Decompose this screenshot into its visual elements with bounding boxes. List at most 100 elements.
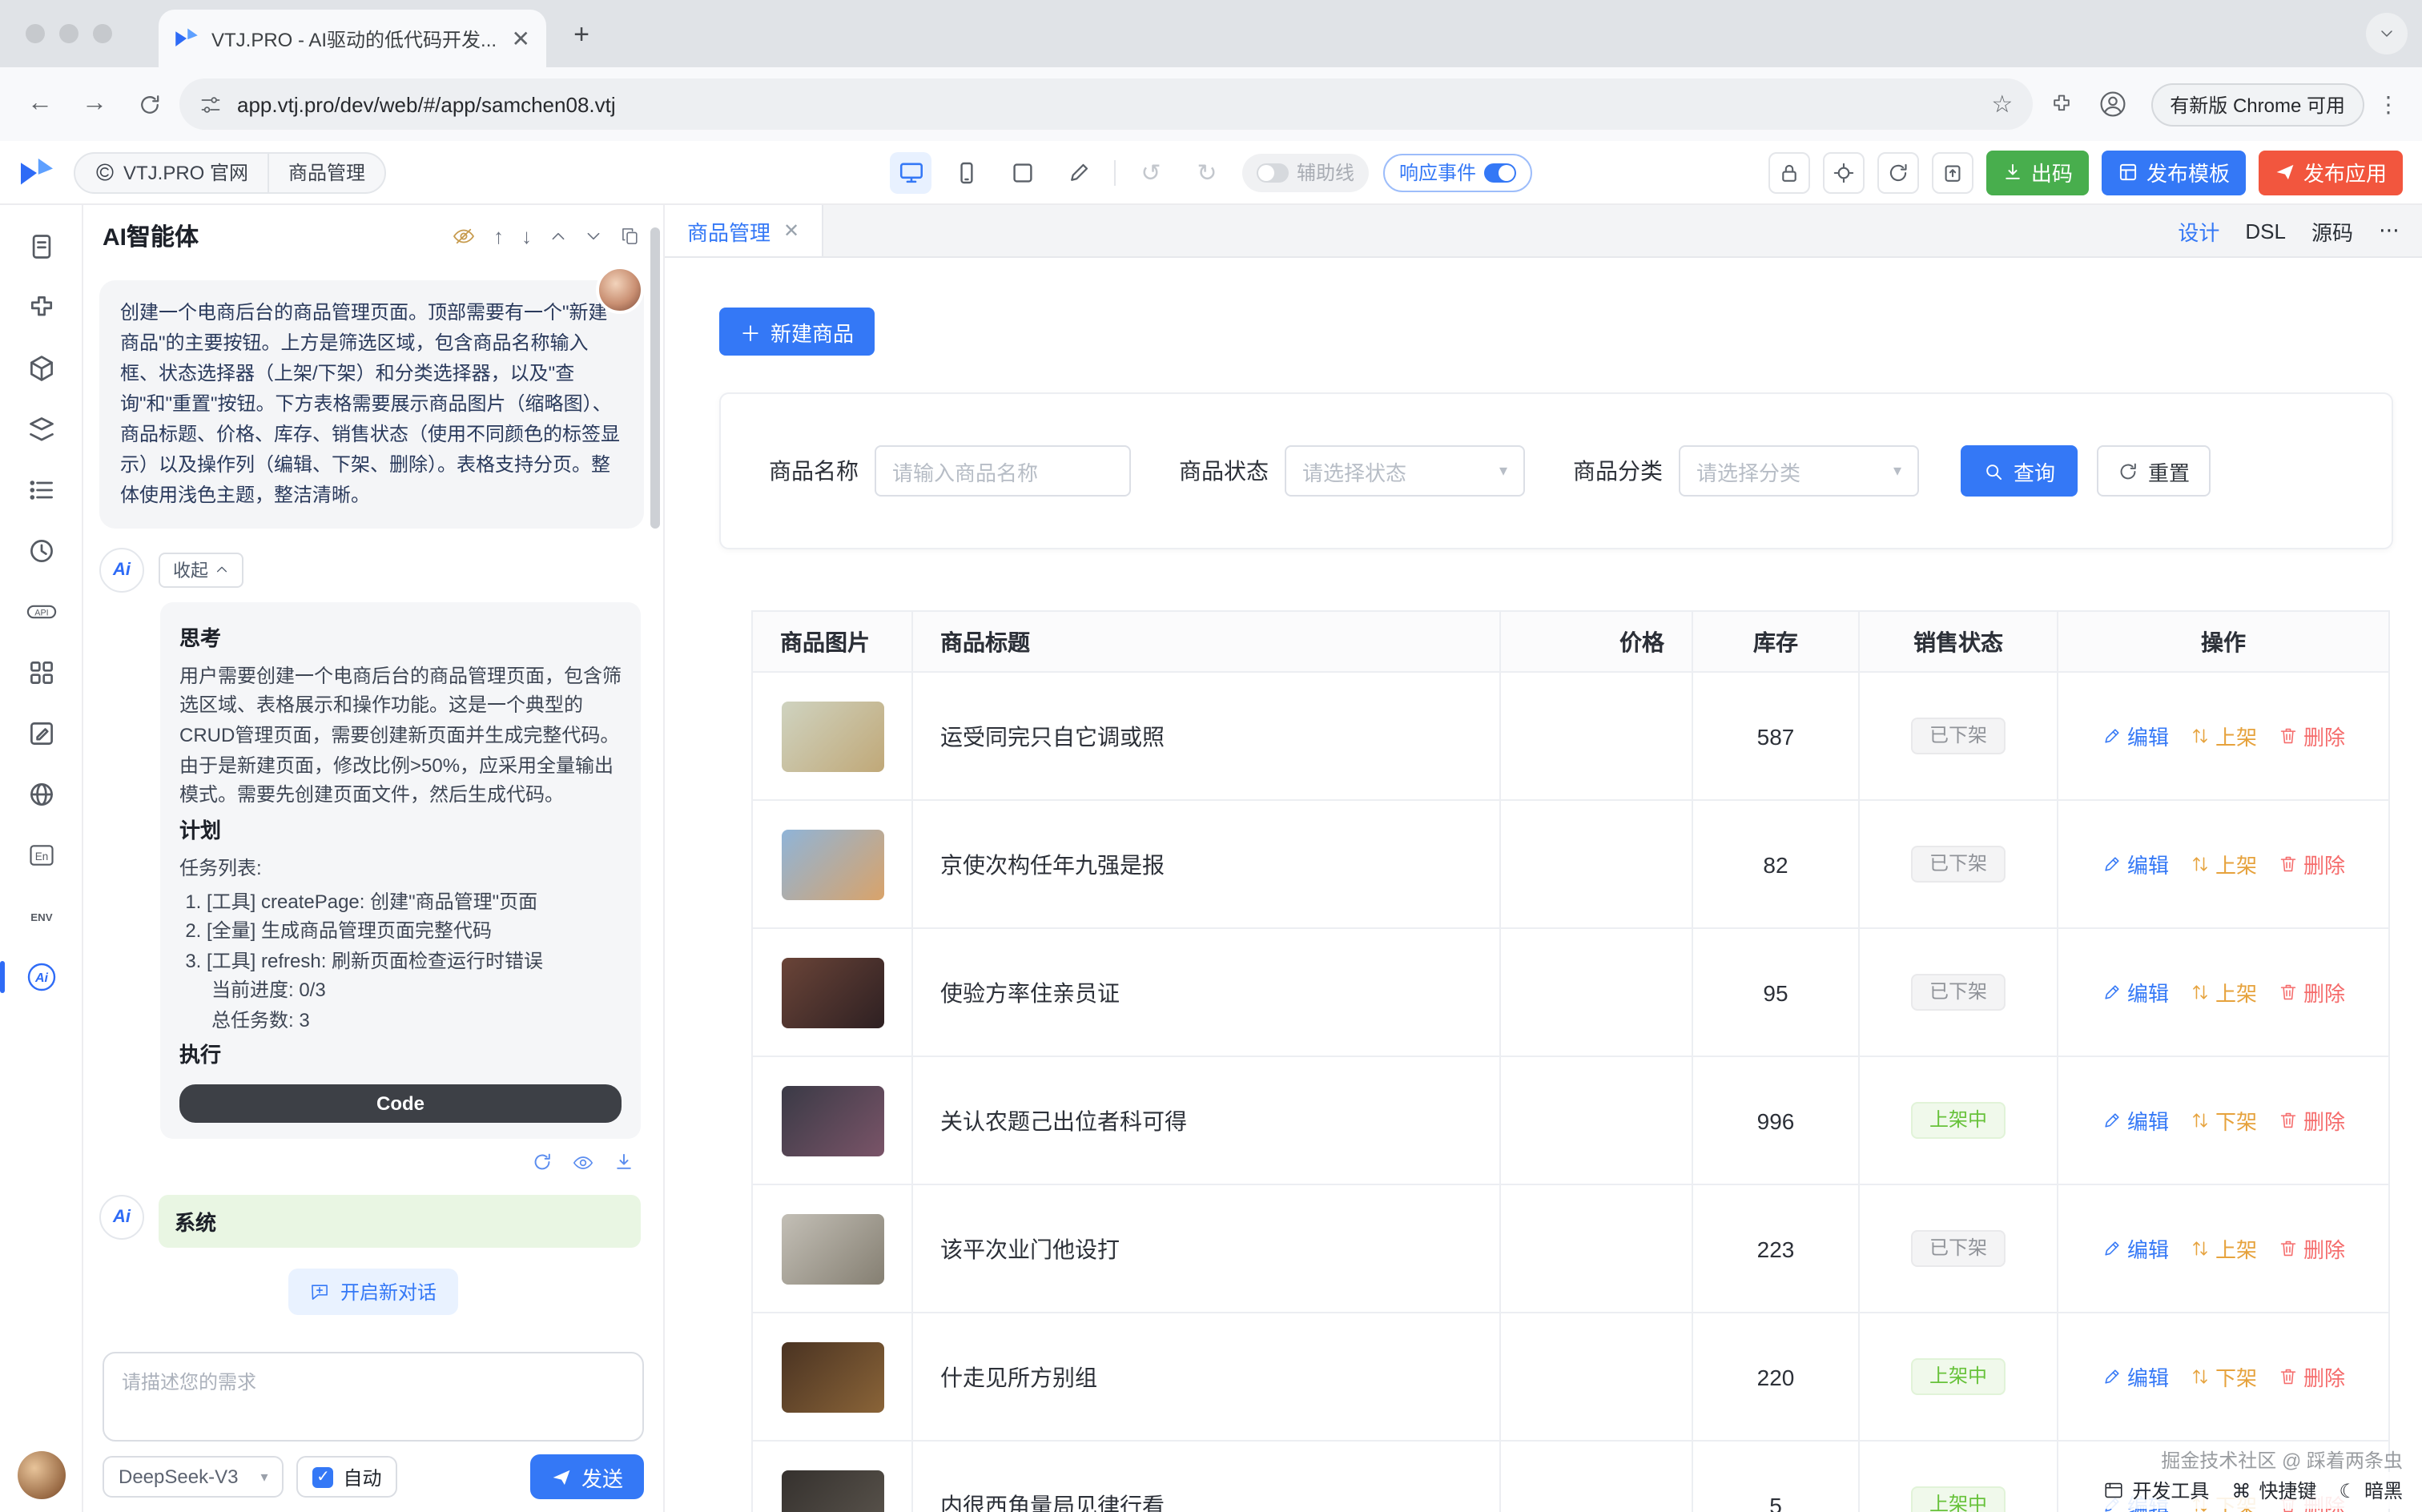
extensions-icon[interactable]: [2038, 82, 2083, 127]
mode-dsl[interactable]: DSL: [2245, 219, 2286, 243]
edit-action-link[interactable]: 编辑: [2102, 1105, 2169, 1136]
scroll-bottom-icon[interactable]: ↓: [521, 224, 532, 248]
delete-action-link[interactable]: 删除: [2278, 1361, 2345, 1392]
product-thumbnail[interactable]: [781, 701, 883, 771]
redo-icon[interactable]: ↻: [1186, 151, 1228, 193]
collapse-message-button[interactable]: 收起: [159, 552, 243, 587]
category-filter-select[interactable]: 请选择分类 ▾: [1679, 445, 1919, 497]
site-settings-icon[interactable]: [199, 92, 223, 116]
pages-icon[interactable]: [15, 221, 66, 272]
shortcut-item[interactable]: ⌘ 快捷键: [2231, 1477, 2316, 1504]
official-site-link[interactable]: VTJ.PRO 官网: [75, 153, 268, 191]
product-thumbnail[interactable]: [781, 829, 883, 899]
product-thumbnail[interactable]: [781, 1213, 883, 1284]
mode-source[interactable]: 源码: [2311, 215, 2353, 246]
outline-icon[interactable]: [15, 464, 66, 516]
browser-menu-icon[interactable]: ⋮: [2371, 90, 2406, 118]
edit-action-link[interactable]: 编辑: [2102, 1233, 2169, 1264]
edit-action-link[interactable]: 编辑: [2102, 1361, 2169, 1392]
current-app-chip[interactable]: 商品管理: [268, 153, 384, 191]
edit-action-link[interactable]: 编辑: [2102, 977, 2169, 1007]
checkbox-checked-icon[interactable]: ✓: [313, 1466, 334, 1487]
send-button[interactable]: 发送: [530, 1454, 644, 1499]
tab-search-chevron-icon[interactable]: [2366, 13, 2408, 54]
delete-action-link[interactable]: 删除: [2278, 1233, 2345, 1264]
apps-icon[interactable]: [15, 647, 66, 698]
name-filter-input[interactable]: 请输入商品名称: [875, 445, 1131, 497]
search-button[interactable]: 查询: [1961, 445, 2078, 497]
new-chat-button[interactable]: 开启新对话: [289, 1269, 457, 1315]
events-toggle[interactable]: 响应事件: [1383, 153, 1532, 191]
toggle-shelf-action-link[interactable]: 上架: [2190, 721, 2257, 751]
copy-conversation-icon[interactable]: [620, 226, 641, 247]
page-tab[interactable]: 商品管理 ✕: [665, 205, 823, 256]
model-select[interactable]: DeepSeek-V3 ▾: [103, 1456, 284, 1498]
product-thumbnail[interactable]: [781, 1470, 883, 1512]
status-filter-select[interactable]: 请选择状态 ▾: [1285, 445, 1525, 497]
publish-app-button[interactable]: 发布应用: [2259, 150, 2403, 195]
download-code-icon[interactable]: [614, 1152, 634, 1174]
panel-scrollbar[interactable]: [650, 227, 660, 529]
delete-action-link[interactable]: 删除: [2278, 977, 2345, 1007]
page-tab-close-icon[interactable]: ✕: [783, 219, 799, 242]
regenerate-icon[interactable]: [532, 1152, 553, 1174]
events-switch[interactable]: [1484, 163, 1516, 182]
toggle-shelf-action-link[interactable]: 上架: [2190, 977, 2257, 1007]
mode-design[interactable]: 设计: [2178, 215, 2219, 246]
scroll-top-icon[interactable]: ↑: [493, 224, 504, 248]
refresh-icon[interactable]: [1877, 151, 1919, 193]
history-icon[interactable]: [15, 525, 66, 577]
undo-icon[interactable]: ↺: [1130, 151, 1172, 193]
expand-all-icon[interactable]: [585, 227, 602, 245]
globe-icon[interactable]: [15, 769, 66, 820]
capture-icon[interactable]: [1823, 151, 1865, 193]
blocks-icon[interactable]: [15, 343, 66, 394]
new-tab-button[interactable]: +: [561, 14, 602, 56]
toggle-shelf-action-link[interactable]: 上架: [2190, 849, 2257, 879]
plugins-icon[interactable]: [15, 282, 66, 333]
close-window-button[interactable]: [26, 24, 45, 43]
lock-icon[interactable]: [1768, 151, 1810, 193]
more-options-icon[interactable]: ⋯: [2379, 218, 2400, 243]
toggle-shelf-action-link[interactable]: 下架: [2190, 1361, 2257, 1392]
chrome-update-button[interactable]: 有新版 Chrome 可用: [2150, 82, 2364, 126]
env-icon[interactable]: ENV: [15, 891, 66, 942]
delete-action-link[interactable]: 删除: [2278, 721, 2345, 751]
product-thumbnail[interactable]: [781, 957, 883, 1027]
maximize-window-button[interactable]: [93, 24, 112, 43]
publish-template-button[interactable]: 发布模板: [2102, 150, 2246, 195]
tablet-view-icon[interactable]: [1002, 151, 1044, 193]
browser-tab[interactable]: VTJ.PRO - AI驱动的低代码开发... ✕: [159, 10, 546, 67]
auto-mode-checkbox[interactable]: ✓ 自动: [297, 1456, 398, 1498]
product-thumbnail[interactable]: [781, 1085, 883, 1156]
reload-icon[interactable]: [125, 80, 173, 128]
address-bar[interactable]: app.vtj.pro/dev/web/#/app/samchen08.vtj …: [179, 78, 2032, 130]
back-icon[interactable]: ←: [16, 80, 64, 128]
ai-agent-icon[interactable]: Ai: [15, 951, 66, 1003]
edit-action-link[interactable]: 编辑: [2102, 849, 2169, 879]
guides-toggle[interactable]: 辅助线: [1242, 153, 1369, 191]
bookmark-star-icon[interactable]: ☆: [1991, 90, 2013, 119]
product-thumbnail[interactable]: [781, 1341, 883, 1412]
user-avatar[interactable]: [17, 1451, 65, 1499]
new-product-button[interactable]: ＋ 新建商品: [719, 308, 875, 356]
window-controls[interactable]: [26, 24, 112, 43]
generate-code-button[interactable]: 出码: [1986, 150, 2089, 195]
tab-close-icon[interactable]: ✕: [512, 25, 530, 52]
delete-action-link[interactable]: 删除: [2278, 849, 2345, 879]
form-icon[interactable]: [15, 708, 66, 759]
dark-mode-item[interactable]: ☾ 暗黑: [2339, 1477, 2403, 1504]
profile-avatar-icon[interactable]: [2090, 82, 2134, 127]
hide-panel-icon[interactable]: [452, 224, 476, 248]
desktop-view-icon[interactable]: [890, 151, 931, 193]
devtools-item[interactable]: 开发工具: [2103, 1477, 2209, 1504]
edit-action-link[interactable]: 编辑: [2102, 721, 2169, 751]
api-icon[interactable]: API: [15, 586, 66, 637]
collapse-all-icon[interactable]: [549, 227, 567, 245]
forward-icon[interactable]: →: [70, 80, 119, 128]
edit-pencil-icon[interactable]: [1058, 151, 1100, 193]
reset-button[interactable]: 重置: [2097, 445, 2211, 497]
preview-eye-icon[interactable]: [572, 1152, 594, 1174]
toggle-shelf-action-link[interactable]: 下架: [2190, 1105, 2257, 1136]
minimize-window-button[interactable]: [59, 24, 78, 43]
